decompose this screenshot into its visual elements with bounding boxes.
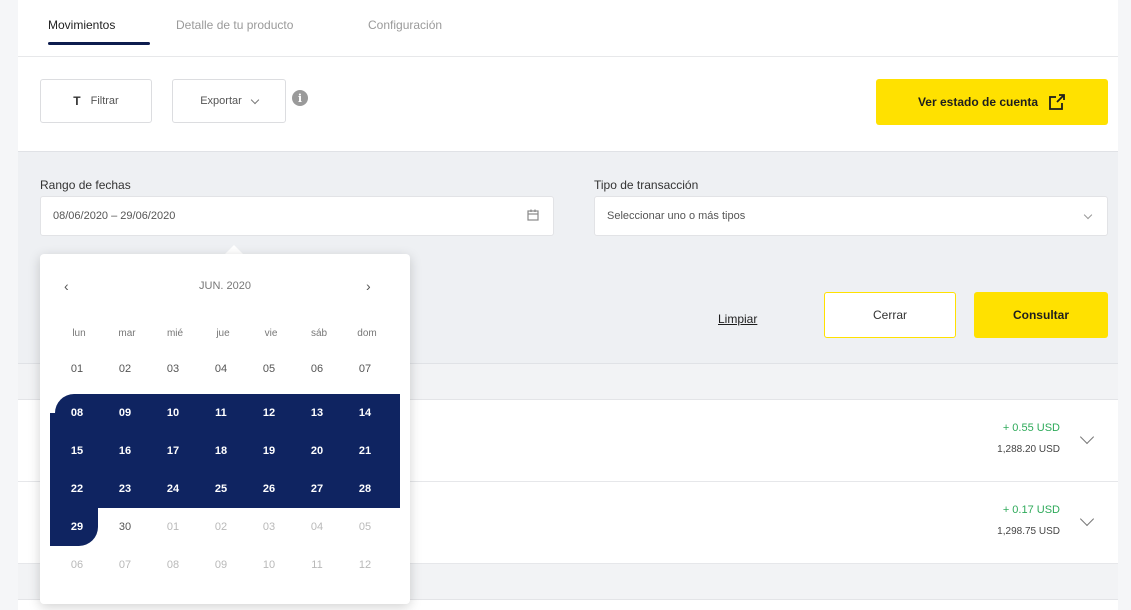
calendar-day[interactable]: 06 <box>53 546 101 584</box>
date-range-calendar: ‹ JUN. 2020 › lun mar mié jue vie sáb dom 01 02 0… <box>40 254 410 604</box>
calendar-day[interactable]: 03 <box>245 508 293 546</box>
transaction-type-placeholder: Seleccionar uno o más tipos <box>607 210 746 222</box>
date-range-label: Rango de fechas <box>40 178 131 192</box>
calendar-day[interactable]: 04 <box>293 508 341 546</box>
view-statement-button[interactable]: Ver estado de cuenta <box>876 79 1108 125</box>
filter-button[interactable]: T Filtrar <box>40 79 152 123</box>
calendar-day[interactable]: 02 <box>101 350 149 388</box>
calendar-day-selected[interactable]: 17 <box>149 432 197 470</box>
date-range-field[interactable]: 08/06/2020 – 29/06/2020 <box>40 196 554 236</box>
calendar-day-selected[interactable]: 25 <box>197 470 245 508</box>
query-button-label: Consultar <box>1012 308 1069 322</box>
calendar-day[interactable]: 08 <box>149 546 197 584</box>
movement-balance: 1,288.20 USD <box>997 444 1060 455</box>
account-movements-page: Movimientos Detalle de tu producto Confi… <box>0 0 1131 610</box>
calendar-day-selected[interactable]: 28 <box>341 470 389 508</box>
tab-detalle-producto[interactable]: Detalle de tu producto <box>176 18 293 32</box>
weekday-label: dom <box>357 328 377 339</box>
calendar-day[interactable]: 05 <box>245 350 293 388</box>
calendar-day-selected[interactable]: 08 <box>53 394 101 432</box>
date-range-value: 08/06/2020 – 29/06/2020 <box>53 210 176 222</box>
movement-amount: + 0.55 USD <box>1002 422 1060 434</box>
close-button-label: Cerrar <box>872 308 907 322</box>
calendar-day[interactable]: 04 <box>197 350 245 388</box>
expand-chevron-icon[interactable] <box>1079 429 1095 445</box>
calendar-day-selected[interactable]: 09 <box>101 394 149 432</box>
calendar-icon <box>527 209 539 221</box>
calendar-day-selected[interactable]: 10 <box>149 394 197 432</box>
clear-filters-link[interactable]: Limpiar <box>718 312 757 326</box>
calendar-day[interactable]: 30 <box>101 508 149 546</box>
calendar-day[interactable]: 11 <box>293 546 341 584</box>
calendar-day-selected[interactable]: 15 <box>53 432 101 470</box>
calendar-day[interactable]: 10 <box>245 546 293 584</box>
export-dropdown[interactable]: Exportar <box>172 79 286 123</box>
weekday-label: mar <box>118 328 136 339</box>
tab-movimientos[interactable]: Movimientos <box>48 18 115 32</box>
toolbar: T Filtrar Exportar i Ver estado de cuent… <box>18 56 1118 152</box>
calendar-month-label: JUN. 2020 <box>199 280 251 292</box>
query-button[interactable]: Consultar <box>974 292 1108 338</box>
calendar-day[interactable]: 09 <box>197 546 245 584</box>
calendar-day-selected[interactable]: 19 <box>245 432 293 470</box>
weekday-label: mié <box>166 328 184 339</box>
calendar-day-selected[interactable]: 26 <box>245 470 293 508</box>
calendar-day-selected[interactable]: 16 <box>101 432 149 470</box>
calendar-day-selected[interactable]: 21 <box>341 432 389 470</box>
calendar-day[interactable]: 12 <box>341 546 389 584</box>
calendar-day-selected[interactable]: 29 <box>53 508 101 546</box>
view-statement-label: Ver estado de cuenta <box>917 95 1039 109</box>
calendar-day-selected[interactable]: 24 <box>149 470 197 508</box>
calendar-day-selected[interactable]: 20 <box>293 432 341 470</box>
calendar-day-selected[interactable]: 12 <box>245 394 293 432</box>
info-icon[interactable]: i <box>292 90 308 106</box>
weekday-label: jue <box>216 328 230 339</box>
movement-balance: 1,298.75 USD <box>997 526 1060 537</box>
calendar-day-selected[interactable]: 23 <box>101 470 149 508</box>
calendar-day-selected[interactable]: 11 <box>197 394 245 432</box>
calendar-day-selected[interactable]: 22 <box>53 470 101 508</box>
external-link-icon <box>1049 94 1066 110</box>
export-button-label: Exportar <box>200 95 242 107</box>
transaction-type-label: Tipo de transacción <box>594 178 699 192</box>
movement-amount: + 0.17 USD <box>1002 504 1060 516</box>
filter-button-label: Filtrar <box>90 95 119 107</box>
calendar-day-selected[interactable]: 18 <box>197 432 245 470</box>
calendar-day[interactable]: 06 <box>293 350 341 388</box>
filter-icon: T <box>73 94 81 108</box>
weekday-label: lun <box>72 328 86 339</box>
calendar-day-selected[interactable]: 13 <box>293 394 341 432</box>
calendar-day[interactable]: 07 <box>101 546 149 584</box>
weekday-label: vie <box>264 328 278 339</box>
calendar-day[interactable]: 01 <box>53 350 101 388</box>
chevron-down-icon <box>1083 210 1093 220</box>
calendar-day[interactable]: 03 <box>149 350 197 388</box>
calendar-day[interactable]: 05 <box>341 508 389 546</box>
calendar-day-selected[interactable]: 14 <box>341 394 389 432</box>
transaction-type-select[interactable]: Seleccionar uno o más tipos <box>594 196 1108 236</box>
weekday-label: sáb <box>310 328 328 339</box>
tabs-bar: Movimientos Detalle de tu producto Confi… <box>18 0 1118 56</box>
active-tab-indicator <box>48 42 150 45</box>
calendar-day-selected[interactable]: 27 <box>293 470 341 508</box>
calendar-day[interactable]: 07 <box>341 350 389 388</box>
expand-chevron-icon[interactable] <box>1079 511 1095 527</box>
calendar-day[interactable]: 02 <box>197 508 245 546</box>
chevron-down-icon <box>250 95 260 104</box>
tab-configuracion[interactable]: Configuración <box>368 18 442 32</box>
next-month-icon[interactable]: › <box>366 278 371 294</box>
calendar-day[interactable]: 01 <box>149 508 197 546</box>
close-button[interactable]: Cerrar <box>824 292 956 338</box>
